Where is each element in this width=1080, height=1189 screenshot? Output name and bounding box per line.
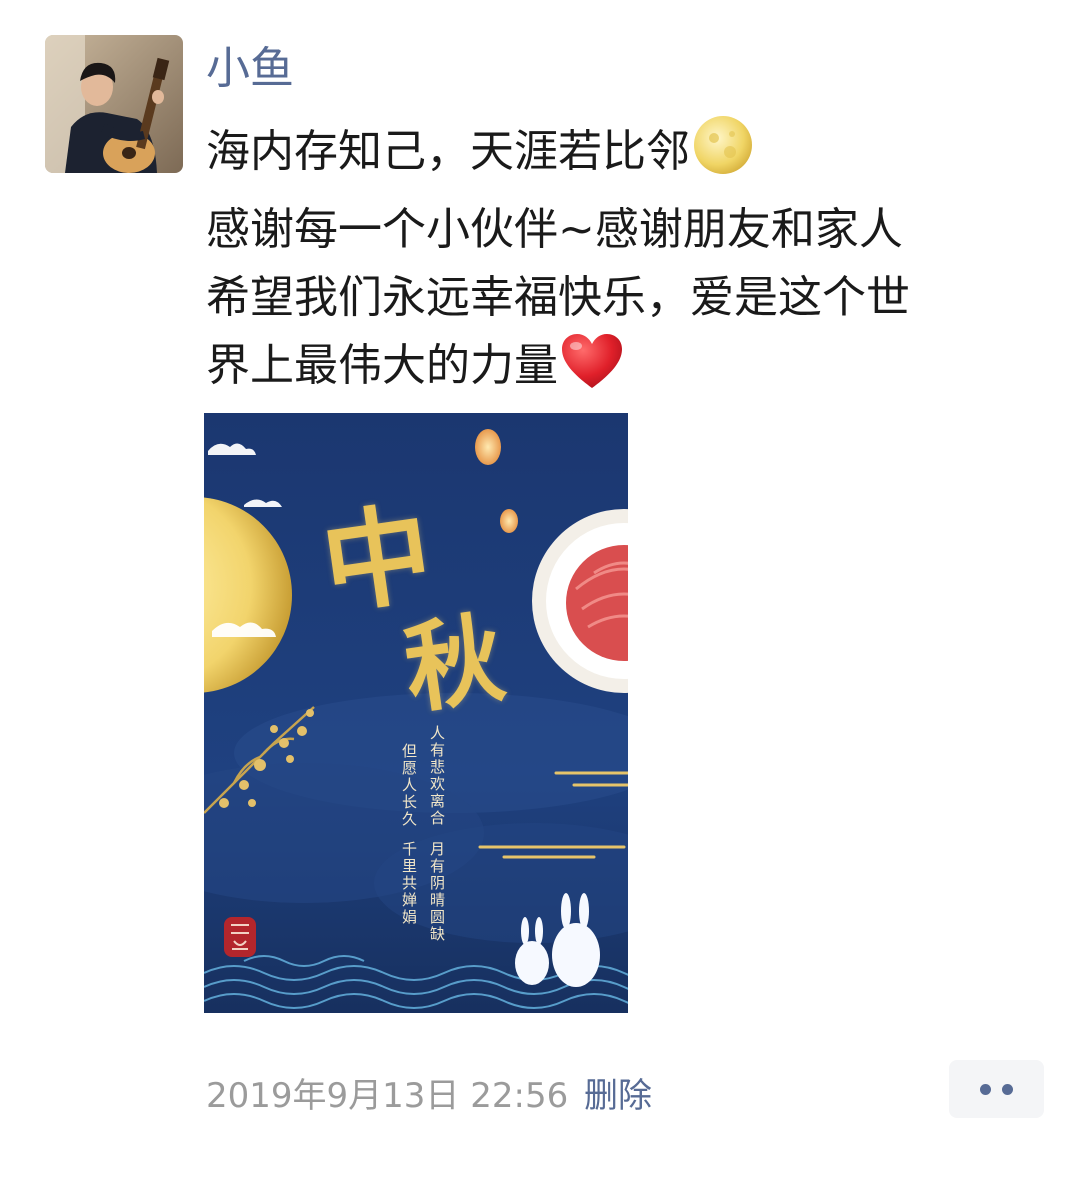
post-text-line: 界上最伟大的力量 [206,332,1026,410]
post-text-line-1: 海内存知己，天涯若比邻 [206,126,690,177]
poster-poem-column: 千里共婵娟 [400,841,418,926]
post-text-line: 海内存知己，天涯若比邻 [206,114,1026,196]
full-moon-emoji [692,114,754,196]
post-timestamp: 2019年9月13日 22:56 [206,1076,569,1116]
post-text-line: 希望我们永远幸福快乐，爱是这个世 [206,272,910,323]
poster-title-char: 秋 [397,600,511,729]
red-heart-emoji [560,332,624,410]
poster-poem-column: 人有悲欢离合 [428,725,446,827]
poster-poem-column: 月有阴晴圆缺 [428,841,446,943]
author-avatar[interactable] [45,35,183,173]
ellipsis-icon [980,1084,991,1095]
delete-button[interactable]: 删除 [584,1072,652,1120]
author-name[interactable]: 小鱼 [206,38,294,100]
more-actions-button[interactable] [949,1060,1044,1118]
ellipsis-icon [1002,1084,1013,1095]
poster-poem-column: 但愿人长久 [400,743,418,828]
post-text-line-4: 界上最伟大的力量 [206,340,558,391]
post-image-mid-autumn-poster[interactable]: 中 秋 人有悲欢离合 但愿人长久 月有阴晴圆缺 千里共婵娟 [204,413,628,1013]
post-text: 海内存知己，天涯若比邻 感谢每一个小伙伴~感谢朋友和家人 希望我们永远幸福快乐，… [206,114,1026,410]
post-text-line: 感谢每一个小伙伴~感谢朋友和家人 [206,204,903,255]
